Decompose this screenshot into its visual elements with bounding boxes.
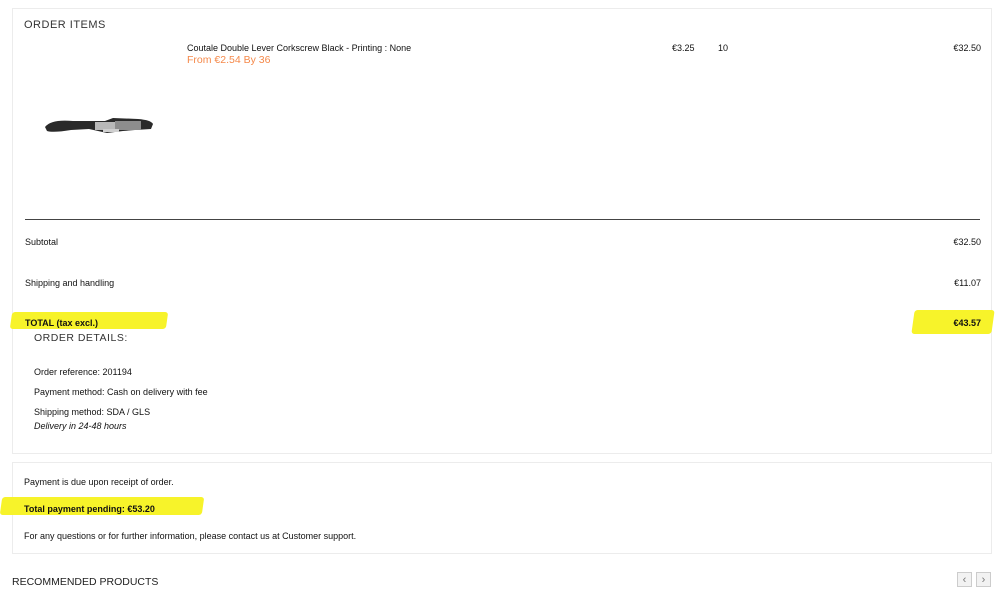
delivery-note: Delivery in 24-48 hours <box>34 421 127 431</box>
total-value: €43.57 <box>953 318 981 328</box>
product-image <box>45 118 153 133</box>
order-details-title: ORDER DETAILS: <box>34 332 128 344</box>
shipping-method: Shipping method: SDA / GLS <box>34 407 151 417</box>
payment-info-card: Payment is due upon receipt of order. To… <box>0 462 992 554</box>
contact-suffix: . <box>353 531 357 541</box>
shipping-label: Shipping and handling <box>25 278 115 288</box>
carousel-next-button[interactable]: › <box>976 572 991 587</box>
payment-method: Payment method: Cash on delivery with fe… <box>34 387 208 397</box>
payment-pending-text: Total payment pending: €53.20 <box>24 504 155 514</box>
recommended-products-title: RECOMMENDED PRODUCTS <box>12 576 159 588</box>
item-name[interactable]: Coutale Double Lever Corkscrew Black - P… <box>187 43 411 53</box>
item-unit-price: €3.25 <box>672 43 695 53</box>
shipping-value: €11.07 <box>954 278 981 288</box>
chevron-left-icon: ‹ <box>962 573 967 586</box>
item-quantity: 10 <box>718 43 729 53</box>
payment-due-text: Payment is due upon receipt of order. <box>24 477 174 487</box>
order-reference: Order reference: 201194 <box>34 367 132 377</box>
order-items-card: ORDER ITEMS Coutale Double Lever Corkscr… <box>9 8 995 454</box>
chevron-right-icon: › <box>981 573 986 586</box>
subtotal-label: Subtotal <box>25 237 59 247</box>
item-total: €32.50 <box>953 43 981 53</box>
order-items-title: ORDER ITEMS <box>24 19 106 31</box>
carousel-prev-button[interactable]: ‹ <box>957 572 972 587</box>
customer-support-link[interactable]: Customer support <box>282 531 354 541</box>
subtotal-value: €32.50 <box>953 237 981 247</box>
contact-prefix: For any questions or for further informa… <box>24 531 283 541</box>
item-promo: From €2.54 By 36 <box>187 54 271 66</box>
summary-divider <box>25 219 980 220</box>
total-label: TOTAL (tax excl.) <box>25 318 99 328</box>
contact-text: For any questions or for further informa… <box>24 531 356 541</box>
